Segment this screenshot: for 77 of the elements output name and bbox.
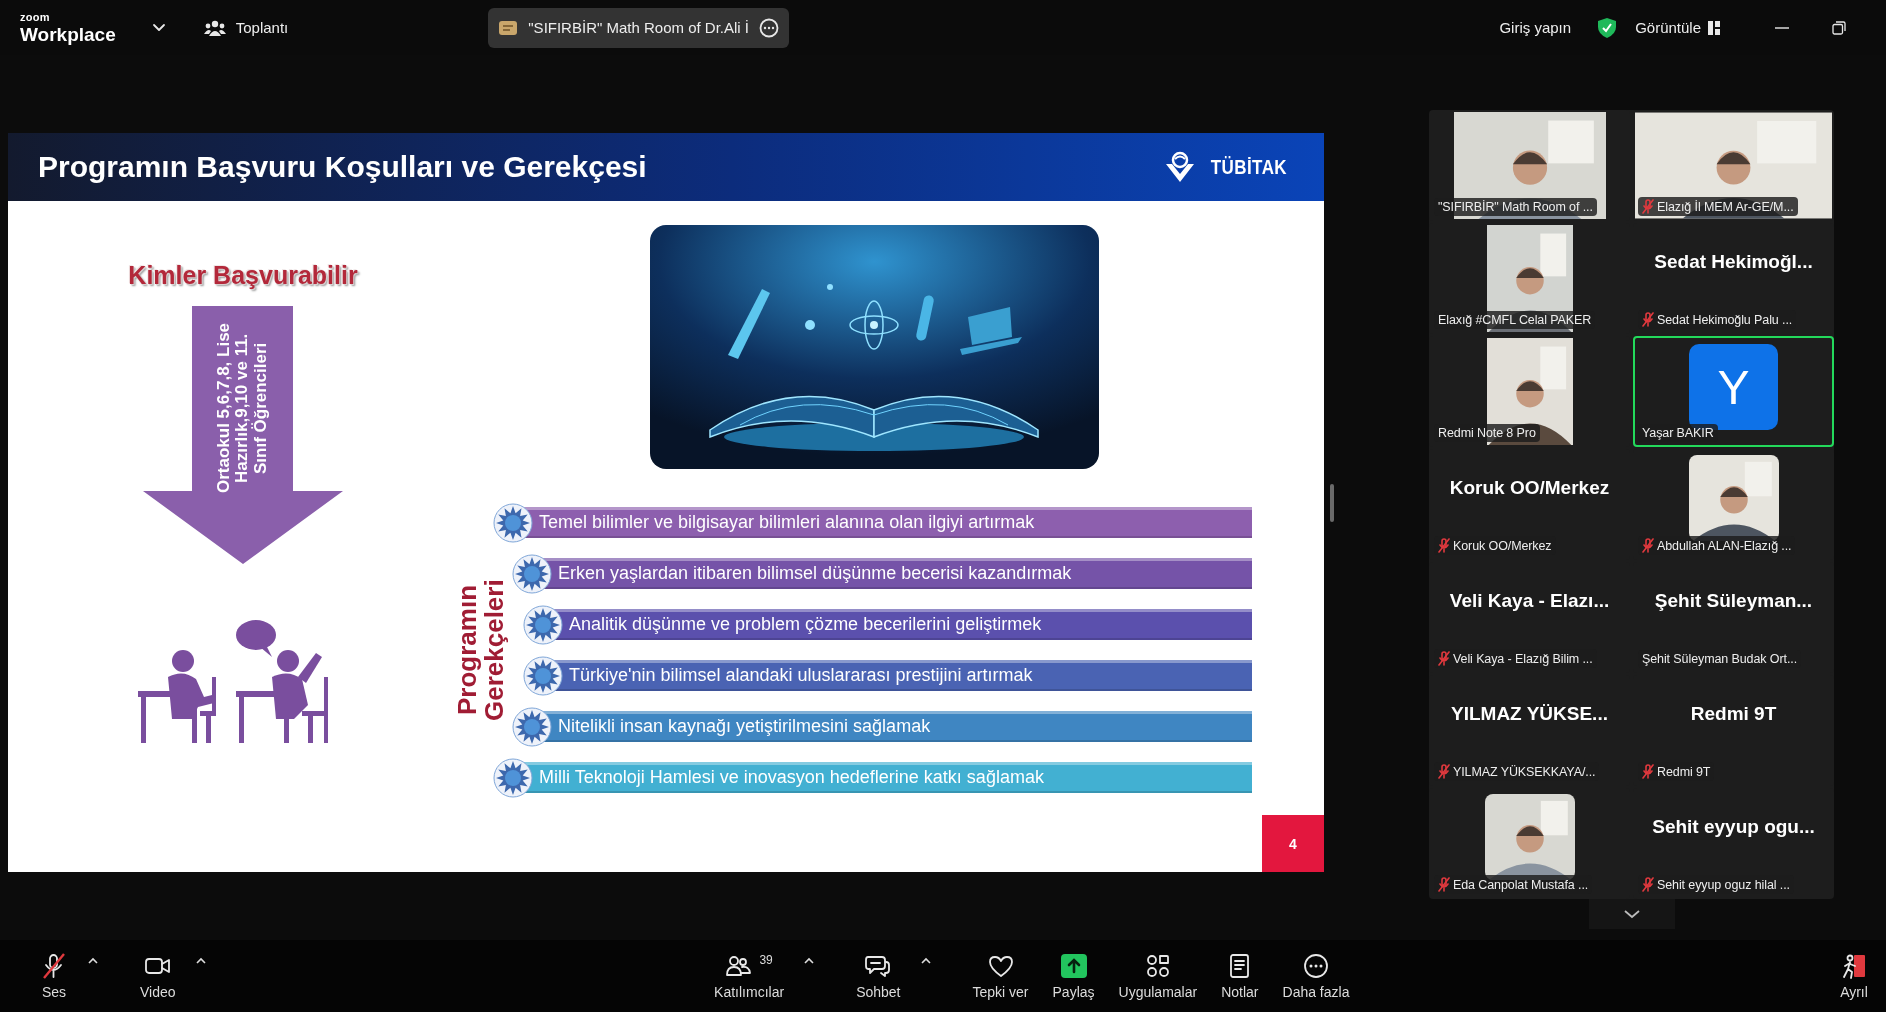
leave-icon xyxy=(1840,952,1868,979)
display-name: Şehit Süleyman... xyxy=(1654,590,1813,612)
emblem-icon xyxy=(1164,151,1197,183)
reactions-button[interactable]: Tepki ver xyxy=(962,948,1039,1004)
apps-button[interactable]: Uygulamalar xyxy=(1108,948,1208,1004)
splitter-handle[interactable] xyxy=(1330,483,1334,522)
gear-icon xyxy=(512,553,552,594)
display-name: YILMAZ YÜKSE... xyxy=(1451,703,1608,725)
view-menu[interactable]: Görüntüle xyxy=(1635,19,1701,36)
vertical-heading: Programın Gerekçeleri xyxy=(453,578,509,723)
participant-name: Eda Canpolat Mustafa ... xyxy=(1453,877,1589,892)
participant-count: 39 xyxy=(759,952,773,967)
participant-name: Şehit Süleyman Budak Ort... xyxy=(1642,652,1797,666)
participant-name: Redmi 9T xyxy=(1657,764,1711,779)
muted-mic-icon xyxy=(1642,877,1654,892)
muted-mic-icon xyxy=(1642,538,1654,553)
caret-icon xyxy=(920,956,931,964)
muted-mic-icon xyxy=(1438,651,1450,666)
participant-name: Elazığ İl MEM Ar-GE/M... xyxy=(1657,199,1794,214)
chevron-down-icon[interactable] xyxy=(151,22,166,33)
sign-in-link[interactable]: Giriş yapın xyxy=(1499,19,1572,36)
display-name: Sedat Hekimoğl... xyxy=(1654,251,1813,273)
participant-name: YILMAZ YÜKSEKKAYA/... xyxy=(1453,764,1596,779)
caret-icon xyxy=(88,956,98,964)
muted-mic-icon xyxy=(1642,199,1654,214)
gear-icon xyxy=(512,706,552,747)
section-heading: Kimler Başvurabilir xyxy=(128,261,358,290)
chevron-down-icon xyxy=(1622,909,1641,919)
more-icon[interactable] xyxy=(759,17,779,38)
page-number: 4 xyxy=(1262,815,1324,872)
display-name: Veli Kaya - Elazı... xyxy=(1449,590,1610,612)
app-name: Workplace xyxy=(20,24,116,44)
chat-button[interactable]: Sohbet xyxy=(846,948,911,1004)
participant-name: Sedat Hekimoğlu Palu ... xyxy=(1657,312,1793,327)
participant-name: Koruk OO/Merkez xyxy=(1453,538,1552,553)
caret-icon xyxy=(195,956,206,964)
muted-mic-icon xyxy=(1438,538,1450,553)
meeting-tab[interactable]: "SIFIRBİR" Math Room of Dr.Ali İ xyxy=(488,7,789,48)
caret-icon xyxy=(804,956,815,964)
people-icon xyxy=(203,18,226,37)
participant-name: Redmi Note 8 Pro xyxy=(1438,426,1536,440)
slide-title: Programın Başvuru Koşulları ve Gerekçesi xyxy=(38,150,647,184)
display-name: Sehit eyyup ogu... xyxy=(1652,816,1815,838)
muted-mic-icon xyxy=(1642,312,1654,327)
restore-icon[interactable] xyxy=(1832,20,1846,35)
tab-title: "SIFIRBİR" Math Room of Dr.Ali İ xyxy=(528,19,749,36)
participant-name: "SIFIRBİR" Math Room of ... xyxy=(1438,200,1593,214)
logo-text: zoom xyxy=(20,11,51,23)
muted-mic-icon xyxy=(1438,764,1450,779)
participant-name: Elaxığ #CMFL Celal PAKER xyxy=(1438,313,1592,327)
layout-icon[interactable] xyxy=(1708,20,1720,35)
participant-name: Sehit eyyup oguz hilal ... xyxy=(1657,877,1790,892)
brand-name: TÜBİTAK xyxy=(1210,155,1288,179)
more-button[interactable]: Daha fazla xyxy=(1272,948,1360,1004)
shield-icon[interactable] xyxy=(1597,16,1618,39)
mute-button[interactable]: Ses xyxy=(30,948,78,1004)
gear-icon xyxy=(493,757,533,798)
display-name: Koruk OO/Merkez xyxy=(1449,477,1610,499)
notes-button[interactable]: Notlar xyxy=(1211,948,1269,1004)
meeting-menu[interactable]: Toplantı xyxy=(203,18,289,37)
participant-name: Abdullah ALAN-Elazığ ... xyxy=(1657,538,1792,553)
arrow-text: Ortaokul 5,6,7,8, Lise Hazırlık,9,10 ve 11. Sınıf Öğrencileri xyxy=(215,321,271,496)
leave-button[interactable]: Ayrıl xyxy=(1830,948,1878,1004)
gear-icon xyxy=(523,655,563,696)
video-button[interactable]: Video xyxy=(130,948,186,1004)
gear-icon xyxy=(523,604,563,645)
participants-button[interactable]: 39 Katılımcılar xyxy=(704,948,795,1004)
display-name: Redmi 9T xyxy=(1690,703,1777,725)
participant-name: Veli Kaya - Elazığ Bilim ... xyxy=(1453,651,1593,666)
gear-icon xyxy=(493,502,533,543)
more-icon xyxy=(1302,952,1330,979)
share-icon xyxy=(1059,952,1088,979)
muted-mic-icon xyxy=(1642,764,1654,779)
minimize-icon[interactable] xyxy=(1775,25,1789,30)
card-icon xyxy=(498,18,519,37)
muted-mic-icon xyxy=(1438,877,1450,892)
share-button[interactable]: Paylaş xyxy=(1042,948,1105,1004)
